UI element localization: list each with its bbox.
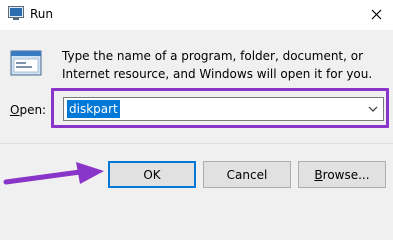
run-app-icon [8, 6, 24, 20]
cancel-button[interactable]: Cancel [203, 161, 291, 188]
title-bar[interactable]: Run [0, 0, 393, 30]
browse-button[interactable]: Browse... [298, 161, 386, 188]
browse-mnemonic: B [314, 167, 323, 182]
close-icon [371, 9, 381, 19]
open-label-rest: pen: [19, 103, 47, 117]
browse-label-rest: rowse... [322, 167, 370, 182]
ok-button[interactable]: OK [108, 161, 196, 188]
dialog-description: Type the name of a program, folder, docu… [62, 49, 373, 81]
annotation-arrow [3, 162, 104, 185]
window-title: Run [30, 7, 54, 21]
close-button[interactable] [363, 2, 389, 26]
open-label: Open: [10, 103, 46, 117]
run-program-icon [10, 50, 42, 76]
annotation-highlight-box [51, 88, 389, 128]
